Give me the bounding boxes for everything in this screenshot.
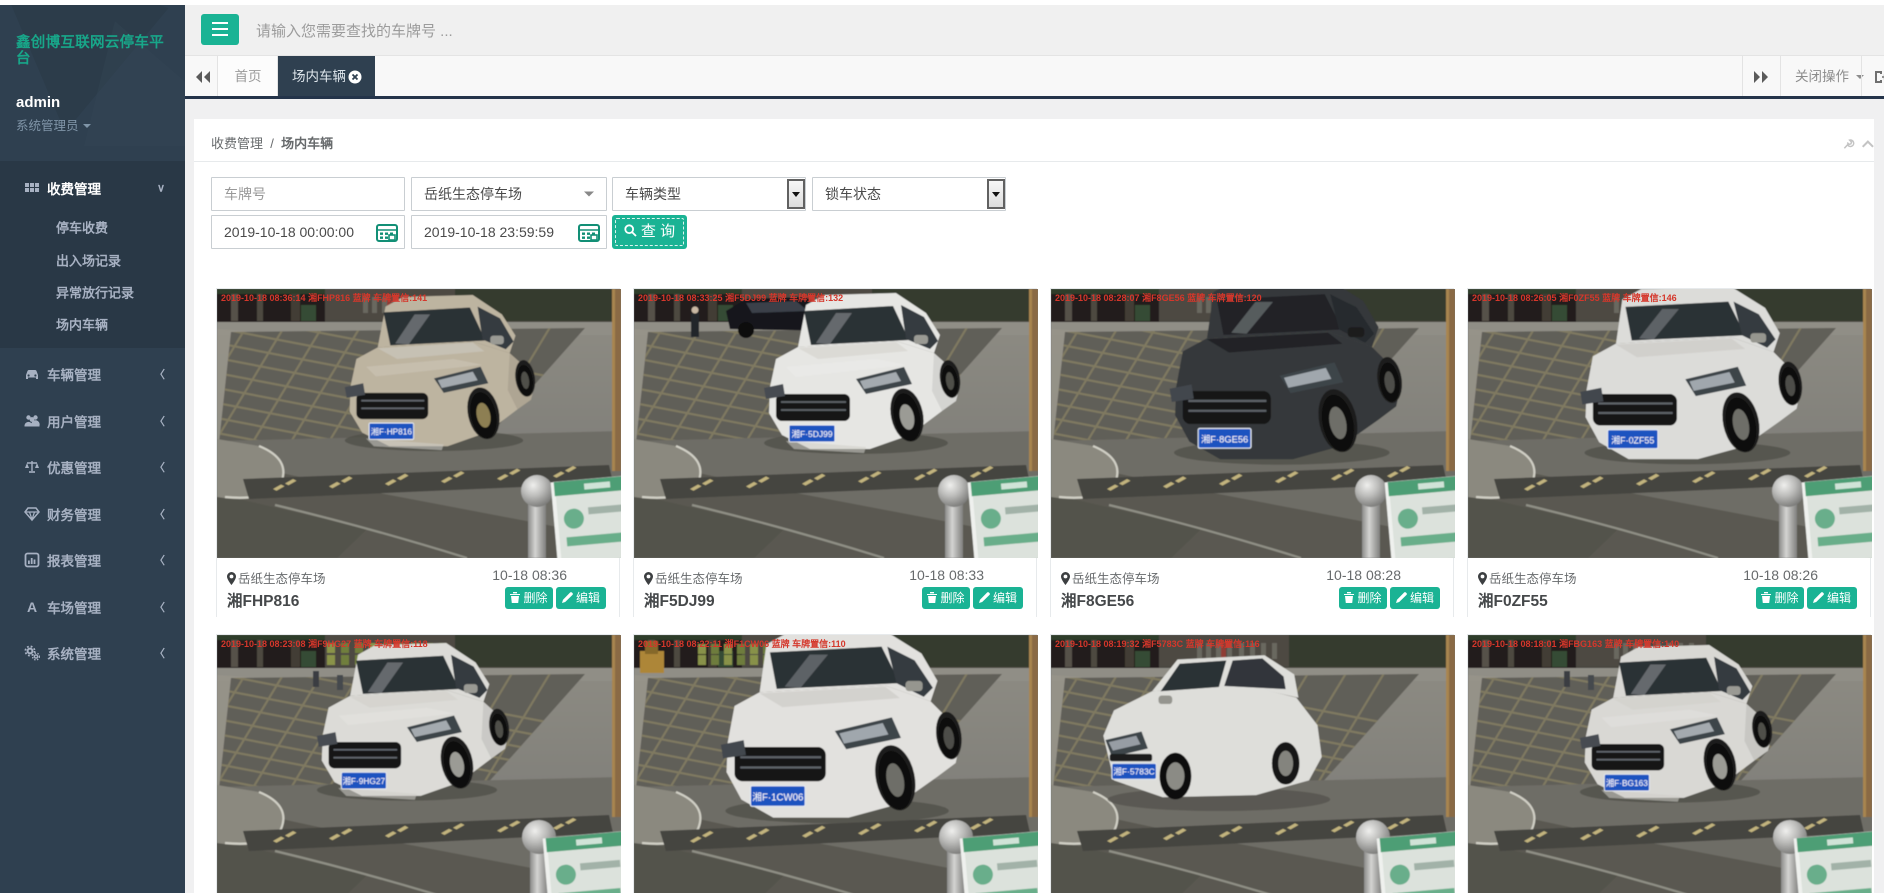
svg-text:2019-10-18 08:26:05 湘F0ZF55 蓝牌: 2019-10-18 08:26:05 湘F0ZF55 蓝牌 车牌置信:146 (1472, 292, 1677, 303)
svg-text:2019-10-18 08:18:01 湘FBG163 蓝牌: 2019-10-18 08:18:01 湘FBG163 蓝牌 车牌置信:140 (1472, 638, 1679, 649)
svg-text:2019-10-18 08:23:08 湘F9HG27 蓝牌: 2019-10-18 08:23:08 湘F9HG27 蓝牌 车牌置信:118 (221, 638, 428, 649)
svg-text:2019-10-18 08:36:14 湘FHP816 蓝牌: 2019-10-18 08:36:14 湘FHP816 蓝牌 车牌置信:141 (221, 292, 427, 303)
svg-text:湘F·BG163: 湘F·BG163 (1606, 778, 1648, 788)
svg-text:A: A (27, 599, 37, 615)
svg-text:2019-10-18 08:28:07 湘F8GE56 蓝牌: 2019-10-18 08:28:07 湘F8GE56 蓝牌 车牌置信:120 (1055, 292, 1262, 303)
svg-text:湘F·5783C: 湘F·5783C (1113, 766, 1154, 776)
svg-text:湘F·5DJ99: 湘F·5DJ99 (791, 429, 832, 439)
svg-text:湘F·9HG27: 湘F·9HG27 (343, 776, 386, 786)
svg-text:2019-10-18 08:19:32 湘F5783C 蓝牌: 2019-10-18 08:19:32 湘F5783C 蓝牌 车牌置信:116 (1055, 638, 1260, 649)
svg-text:湘F·1CW06: 湘F·1CW06 (752, 791, 803, 804)
svg-text:2019-10-18 08:22:11 湘F1CW06 蓝牌: 2019-10-18 08:22:11 湘F1CW06 蓝牌 车牌置信:110 (638, 638, 846, 649)
svg-text:湘F·HP816: 湘F·HP816 (371, 427, 413, 437)
svg-text:湘F·8GE56: 湘F·8GE56 (1201, 434, 1248, 445)
svg-text:湘F·0ZF55: 湘F·0ZF55 (1611, 434, 1654, 445)
svg-text:2019-10-18 08:33:25 湘F5DJ99 蓝牌: 2019-10-18 08:33:25 湘F5DJ99 蓝牌 车牌置信:132 (638, 292, 843, 303)
